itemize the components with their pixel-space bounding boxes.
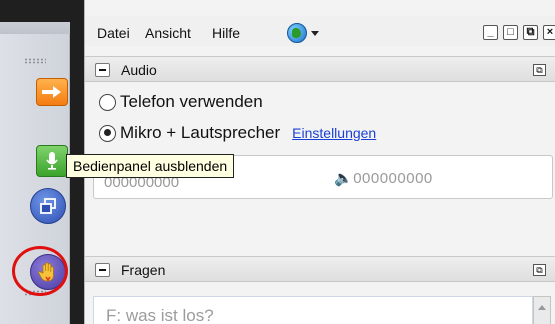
minimize-icon[interactable]: _ — [483, 25, 498, 40]
audio-title: Audio — [121, 62, 157, 78]
option-telefon-label: Telefon verwenden — [120, 92, 263, 111]
arrow-icon — [37, 79, 67, 105]
radio-mikro[interactable] — [99, 124, 116, 142]
microphone-icon — [37, 146, 67, 176]
grip-handle-top[interactable] — [24, 58, 46, 64]
menu-hilfe[interactable]: Hilfe — [212, 25, 240, 41]
audio-restore-icon[interactable]: ⧉ — [533, 64, 546, 76]
question-placeholder: F: was ist los? — [106, 306, 214, 324]
speaker-icon: 🔈 — [334, 170, 354, 187]
globe-icon[interactable] — [287, 23, 307, 43]
speaker-level: 🔈000000000 — [334, 169, 433, 187]
menu-datei[interactable]: Datei — [97, 25, 130, 41]
option-mikro[interactable]: Mikro + Lautsprecher Einstellungen — [99, 123, 376, 143]
window-switch-button[interactable] — [30, 188, 66, 224]
restore-icon[interactable]: ⧉ — [523, 25, 538, 40]
tooltip: Bedienpanel ausblenden — [66, 154, 235, 178]
close-icon[interactable]: × — [543, 25, 555, 40]
einstellungen-link[interactable]: Einstellungen — [292, 125, 376, 141]
menu-ansicht[interactable]: Ansicht — [145, 25, 191, 41]
arrow-button[interactable] — [36, 78, 68, 106]
option-telefon[interactable]: Telefon verwenden — [99, 92, 263, 112]
question-scrollbar[interactable] — [533, 296, 551, 324]
fragen-section-header: Fragen ⧉ — [85, 256, 555, 282]
maximize-icon[interactable]: □ — [503, 25, 518, 40]
microphone-button[interactable] — [36, 145, 68, 177]
menu-bar: Datei Ansicht Hilfe _ □ ⧉ × — [85, 16, 555, 46]
fragen-title: Fragen — [121, 262, 166, 278]
audio-section-header: Audio ⧉ — [85, 56, 555, 82]
question-input[interactable]: F: was ist los? — [93, 296, 533, 324]
chevron-down-icon[interactable] — [311, 31, 319, 36]
speaker-value: 000000000 — [353, 170, 433, 187]
highlight-circle — [12, 246, 68, 296]
fragen-restore-icon[interactable]: ⧉ — [533, 264, 546, 276]
collapse-fragen-button[interactable] — [95, 263, 110, 277]
window-switch-icon — [31, 189, 65, 223]
collapse-audio-button[interactable] — [95, 63, 110, 77]
option-mikro-label: Mikro + Lautsprecher — [120, 123, 281, 142]
radio-telefon[interactable] — [99, 93, 116, 111]
